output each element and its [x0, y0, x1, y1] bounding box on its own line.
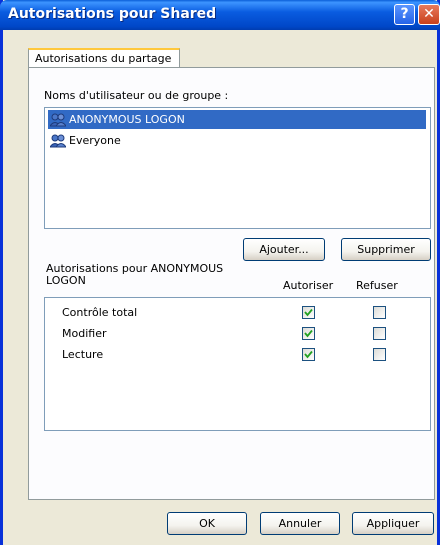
user-name: Everyone [69, 134, 121, 147]
deny-modify-checkbox[interactable] [373, 327, 386, 340]
check-icon [304, 329, 313, 338]
close-icon: ✕ [423, 6, 435, 22]
user-group-icon [50, 113, 66, 127]
permissions-label: Autorisations pour ANONYMOUS LOGON [46, 263, 223, 287]
deny-full-control-checkbox[interactable] [373, 306, 386, 319]
check-icon [304, 308, 313, 317]
user-group-icon [50, 134, 66, 148]
ok-button[interactable]: OK [167, 512, 247, 535]
allow-full-control-checkbox[interactable] [302, 306, 315, 319]
tab-share-permissions[interactable]: Autorisations du partage [28, 48, 180, 68]
apply-button[interactable]: Appliquer [352, 512, 434, 535]
allow-modify-checkbox[interactable] [302, 327, 315, 340]
list-item-everyone[interactable]: Everyone [48, 131, 125, 150]
window-title: Autorisations pour Shared [8, 6, 217, 22]
title-bar[interactable]: Autorisations pour Shared ? ✕ [0, 0, 440, 30]
permission-modify: Modifier [62, 327, 107, 340]
remove-button[interactable]: Supprimer [341, 238, 431, 261]
deny-column-header: Refuser [356, 279, 398, 292]
users-label: Noms d'utilisateur ou de groupe : [44, 89, 229, 102]
check-icon [304, 350, 313, 359]
users-list[interactable]: ANONYMOUS LOGON Everyone [44, 107, 431, 229]
permissions-label-line2: LOGON [46, 274, 86, 287]
list-item-anonymous-logon[interactable]: ANONYMOUS LOGON [48, 110, 426, 129]
deny-read-checkbox[interactable] [373, 348, 386, 361]
allow-read-checkbox[interactable] [302, 348, 315, 361]
permission-read: Lecture [62, 348, 104, 361]
allow-column-header: Autoriser [283, 279, 334, 292]
user-name: ANONYMOUS LOGON [69, 113, 185, 126]
help-button[interactable]: ? [394, 4, 415, 25]
cancel-button[interactable]: Annuler [260, 512, 340, 535]
close-button[interactable]: ✕ [418, 4, 440, 25]
permission-full-control: Contrôle total [62, 306, 138, 319]
permissions-list: Contrôle total Modifier Lecture [44, 297, 431, 431]
add-button[interactable]: Ajouter... [243, 238, 325, 261]
